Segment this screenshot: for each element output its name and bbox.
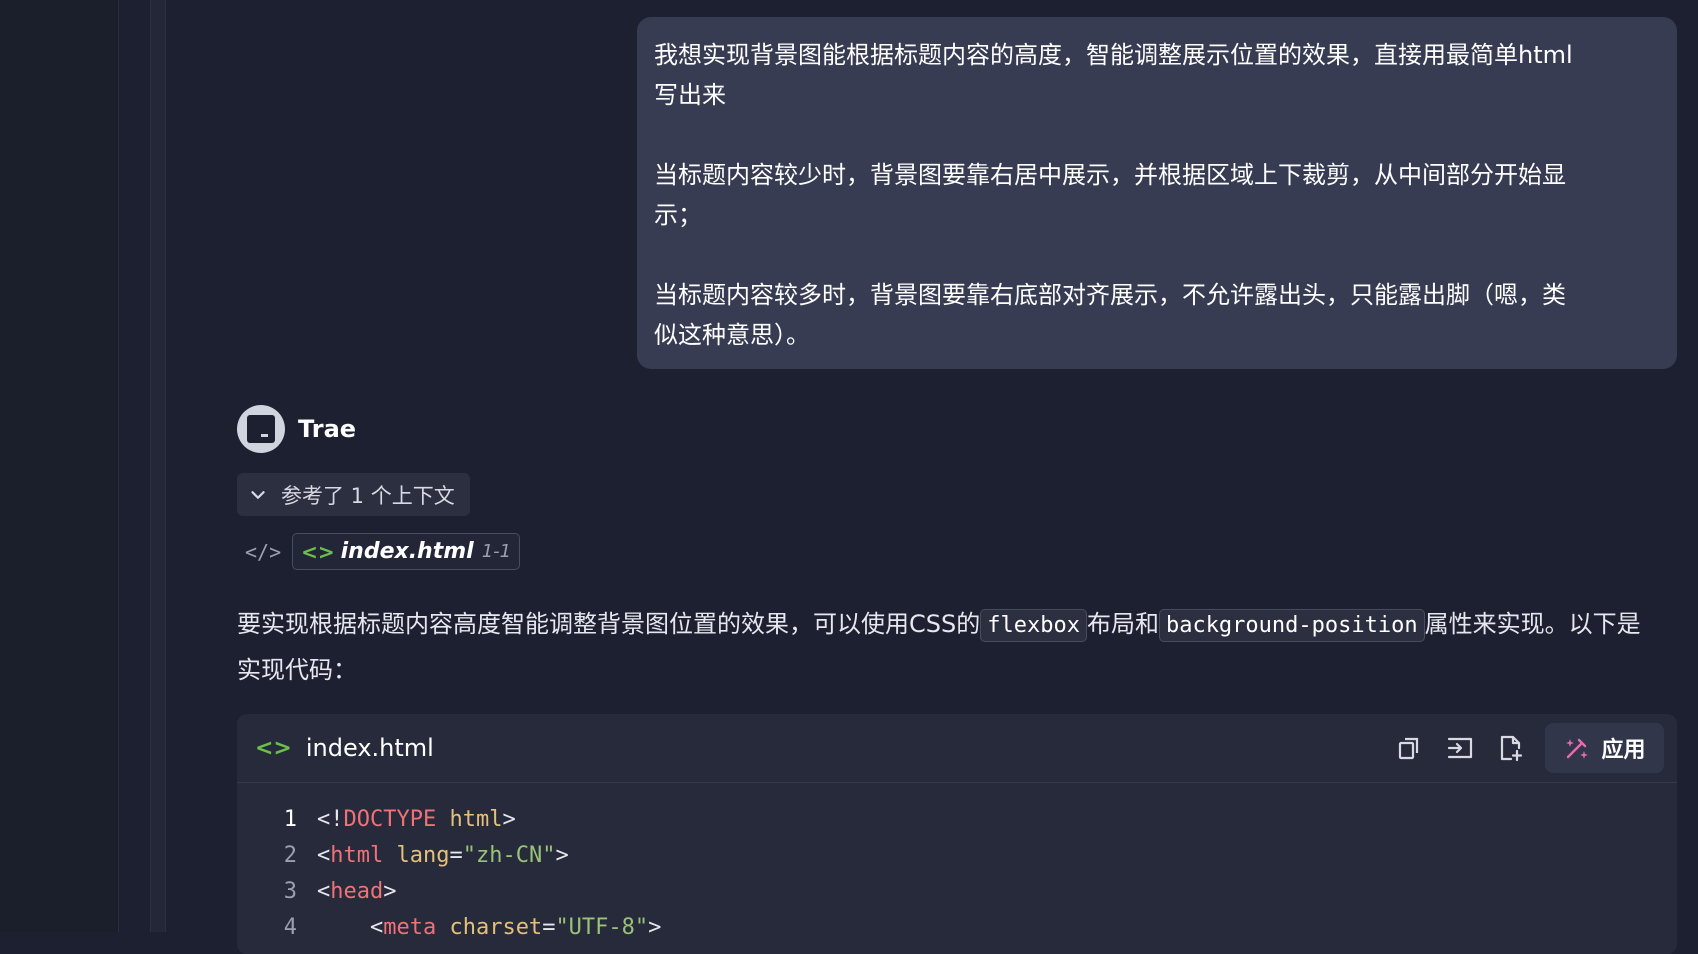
- new-file-icon: [1500, 735, 1523, 762]
- code-line: 4 < meta charset = "UTF-8" >: [237, 909, 1677, 945]
- code-token: >: [555, 842, 569, 868]
- user-message-bubble: 我想实现背景图能根据标题内容的高度，智能调整展示位置的效果，直接用最简单html…: [637, 17, 1677, 369]
- copy-button[interactable]: [1392, 731, 1426, 765]
- code-block-toolbar: 应用: [1392, 723, 1664, 773]
- assistant-answer: 要实现根据标题内容高度智能调整背景图位置的效果，可以使用CSS的 flexbox 布…: [237, 602, 1657, 692]
- user-message-paragraph: 我想实现背景图能根据标题内容的高度，智能调整展示位置的效果，直接用最简单html…: [654, 41, 1573, 109]
- code-tag-icon: </>: [245, 539, 282, 564]
- code-token: <!: [317, 806, 344, 832]
- file-reference-chip[interactable]: <> index.html 1-1: [292, 533, 521, 570]
- inline-code: background-position: [1158, 609, 1425, 642]
- code-token: >: [383, 878, 397, 904]
- trae-logo-icon: [247, 415, 275, 443]
- code-token: charset: [436, 914, 543, 940]
- copy-icon: [1398, 737, 1419, 760]
- code-block-header: <> index.html 应用: [237, 714, 1677, 783]
- line-number: 1: [283, 806, 297, 832]
- code-block: <> index.html 应用 1 <! DOCTYPE html > 2 < ht…: [237, 714, 1677, 954]
- context-label: 参考了 1 个上下文: [281, 483, 455, 508]
- agent-header: Trae: [237, 405, 356, 453]
- code-token: =: [449, 842, 463, 868]
- html-file-icon: <>: [255, 735, 292, 761]
- user-message-paragraph: 当标题内容较多时，背景图要靠右底部对齐展示，不允许露出头，只能露出脚（嗯，类 似…: [654, 281, 1566, 349]
- code-line: 2 < html lang = "zh-CN" >: [237, 837, 1677, 873]
- inline-code: flexbox: [980, 609, 1087, 642]
- html-file-icon: <>: [301, 539, 335, 564]
- context-toggle[interactable]: 参考了 1 个上下文: [237, 473, 470, 516]
- code-token: <: [317, 842, 331, 868]
- code-token: >: [648, 914, 662, 940]
- code-token: "zh-CN": [462, 842, 556, 868]
- code-line: 1 <! DOCTYPE html >: [237, 801, 1677, 837]
- apply-button[interactable]: 应用: [1545, 723, 1664, 773]
- insert-icon: [1447, 737, 1473, 759]
- magic-wand-icon: [1566, 738, 1589, 759]
- code-token: meta: [383, 914, 437, 940]
- insert-button[interactable]: [1443, 731, 1477, 765]
- code-token: <: [317, 878, 331, 904]
- code-token: lang: [383, 842, 450, 868]
- answer-text: 要实现根据标题内容高度智能调整背景图位置的效果，可以使用CSS的: [237, 610, 981, 638]
- file-reference-lines: 1-1: [481, 541, 512, 562]
- code-token: "UTF-8": [555, 914, 649, 940]
- user-message-paragraph: 当标题内容较少时，背景图要靠右居中展示，并根据区域上下裁剪，从中间部分开始显 示…: [654, 161, 1566, 229]
- chevron-down-icon: [251, 490, 265, 499]
- context-reference: </> <> index.html 1-1: [245, 533, 521, 570]
- code-block-filename: index.html: [305, 734, 434, 762]
- code-token: head: [330, 878, 384, 904]
- scroll-rail[interactable]: [150, 0, 166, 932]
- left-sidebar: [0, 0, 119, 932]
- code-token: html: [436, 806, 503, 832]
- new-file-button[interactable]: [1494, 731, 1528, 765]
- code-token: DOCTYPE: [343, 806, 437, 832]
- code-token: html: [330, 842, 384, 868]
- answer-text: 布局和: [1086, 610, 1159, 638]
- agent-name: Trae: [298, 415, 357, 443]
- code-token: <: [317, 914, 384, 940]
- file-reference-name: index.html: [340, 539, 474, 564]
- line-number: 4: [283, 914, 297, 940]
- line-number: 2: [283, 842, 297, 868]
- agent-avatar: [237, 405, 285, 453]
- code-line: 3 < head >: [237, 873, 1677, 909]
- apply-label: 应用: [1601, 738, 1646, 763]
- code-body: 1 <! DOCTYPE html > 2 < html lang = "zh-CN" > …: [237, 783, 1677, 945]
- code-token: >: [502, 806, 516, 832]
- code-token: =: [542, 914, 556, 940]
- line-number: 3: [283, 878, 297, 904]
